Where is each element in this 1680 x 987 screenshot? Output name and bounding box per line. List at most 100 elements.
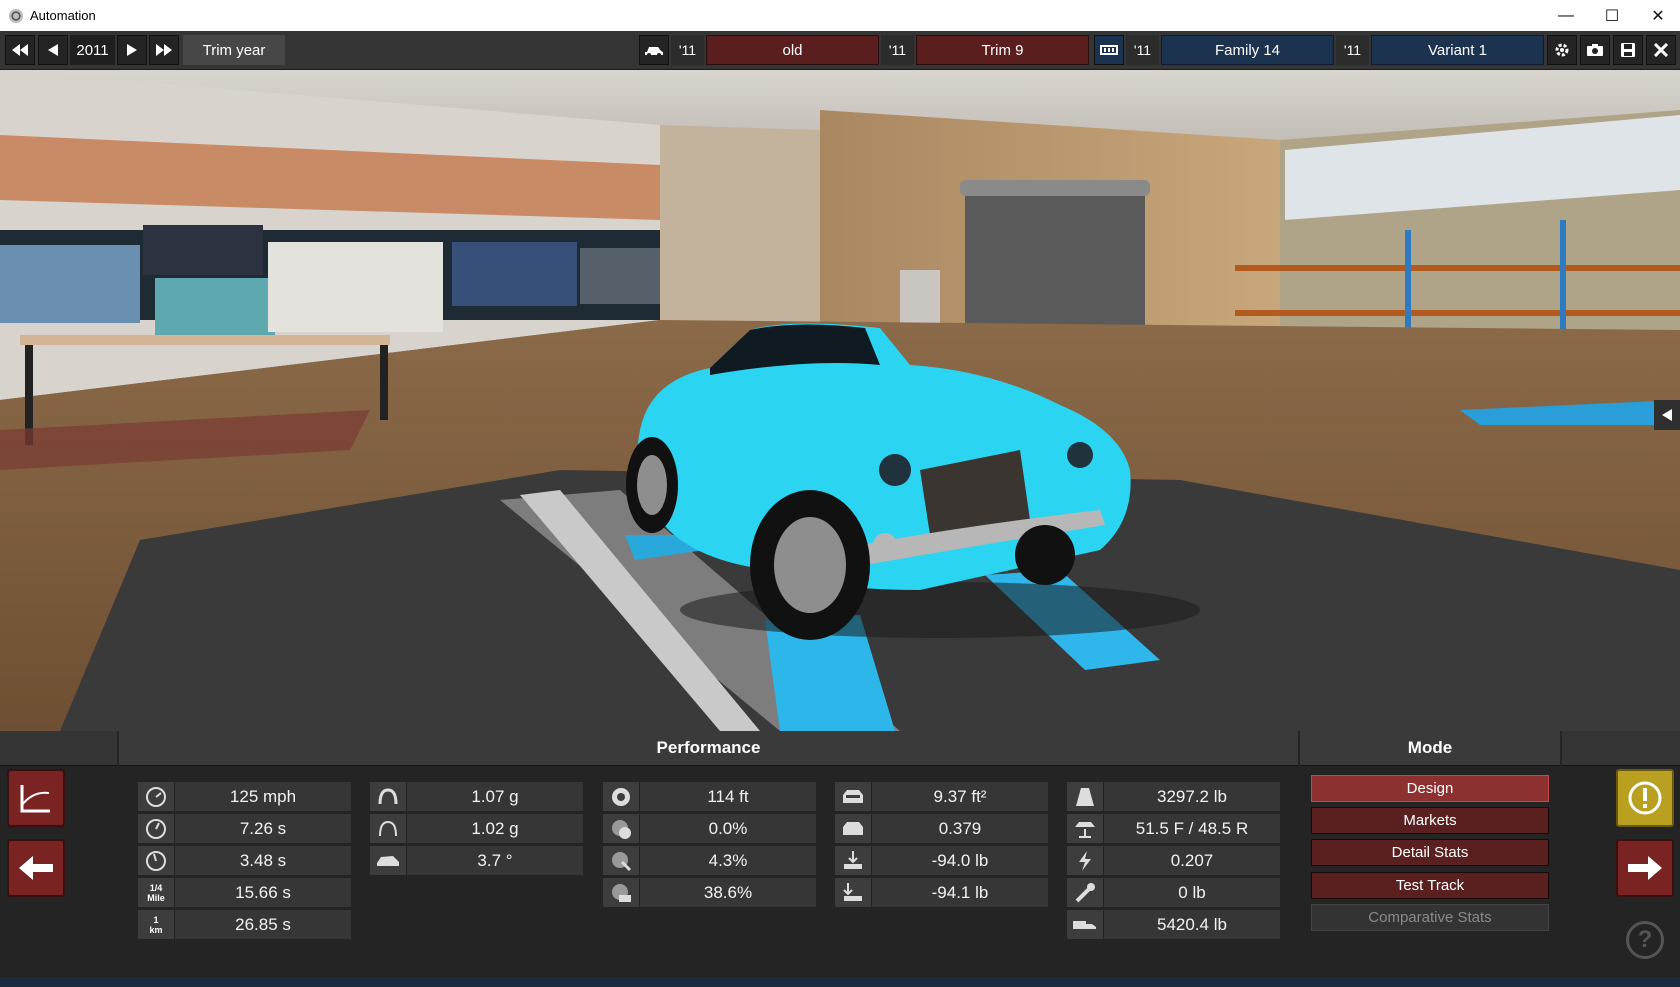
weight-icon	[1067, 782, 1104, 811]
forward-year-fast-button[interactable]	[149, 35, 179, 65]
save-icon	[1621, 43, 1635, 57]
km-time-value: 26.85 s	[175, 910, 351, 939]
weight-distribution-icon	[1067, 814, 1104, 843]
panel-head-right-spacer	[1562, 731, 1680, 766]
left-arrow-icon	[19, 856, 53, 880]
gear-icon	[1555, 43, 1569, 57]
close-window-button[interactable]: ✕	[1635, 0, 1680, 31]
km-time-stat: 1 km 26.85 s	[138, 910, 351, 939]
mode-markets-button[interactable]: Markets	[1311, 807, 1549, 834]
car-icon	[645, 47, 663, 56]
drag-coefficient-icon	[835, 814, 872, 843]
wheel-grip-value: 38.6%	[640, 878, 816, 907]
lateral-g-icon	[370, 782, 407, 811]
drag-coefficient-value: 0.379	[872, 814, 1048, 843]
garage-3d-viewport[interactable]	[0, 70, 1680, 731]
frontal-area-icon	[835, 782, 872, 811]
power-to-weight-stat: 0.207	[1067, 846, 1280, 875]
mode-detail-stats-button[interactable]: Detail Stats	[1311, 839, 1549, 866]
weight-distribution-stat: 51.5 F / 48.5 R	[1067, 814, 1280, 843]
lateral-g-low-value: 1.02 g	[407, 814, 583, 843]
side-panel-toggle[interactable]	[1654, 400, 1680, 430]
mode-comparative-stats-button[interactable]: Comparative Stats	[1311, 904, 1549, 931]
double-right-arrow-icon	[156, 44, 172, 56]
engine-icon	[1100, 45, 1118, 55]
settings-button[interactable]	[1547, 35, 1577, 65]
rewind-year-fast-button[interactable]	[5, 35, 35, 65]
lateral-g-low-stat: 1.02 g	[370, 814, 583, 843]
trim-name-field[interactable]: Trim 9	[916, 35, 1089, 65]
km-time-icon: 1 km	[138, 910, 175, 939]
camera-icon	[1587, 44, 1603, 56]
brake-fade-icon	[603, 846, 640, 875]
warning-exclamation-icon	[1628, 781, 1662, 815]
acceleration-60-stat: 7.26 s	[138, 814, 351, 843]
model-name-field[interactable]: old	[706, 35, 879, 65]
acceleration-40-stat: 3.48 s	[138, 846, 351, 875]
km-time-icon-text: 1 km	[149, 914, 163, 935]
brake-fade-stat: 4.3%	[603, 846, 816, 875]
chart-view-button[interactable]	[7, 769, 65, 827]
towing-icon	[1067, 878, 1104, 907]
back-button[interactable]	[7, 839, 65, 897]
previous-year-button[interactable]	[38, 35, 68, 65]
understeer-icon	[603, 814, 640, 843]
model-year-tag: '11	[671, 35, 704, 65]
next-year-button[interactable]	[117, 35, 147, 65]
car-model-button[interactable]	[639, 35, 669, 65]
body-roll-stat: 3.7 °	[370, 846, 583, 875]
engine-family-field[interactable]: Family 14	[1161, 35, 1334, 65]
car-model[interactable]	[620, 320, 1220, 650]
power-to-weight-value: 0.207	[1104, 846, 1280, 875]
mode-test-track-button[interactable]: Test Track	[1311, 872, 1549, 899]
top-speed-icon	[138, 782, 175, 811]
body-roll-icon	[370, 846, 407, 875]
window-titlebar: Automation — ☐ ✕	[0, 0, 1680, 31]
lateral-g-value: 1.07 g	[407, 782, 583, 811]
weight-distribution-value: 51.5 F / 48.5 R	[1104, 814, 1280, 843]
cargo-stat: 5420.4 lb	[1067, 910, 1280, 939]
quarter-mile-icon-text: 1/4 Mile	[147, 882, 165, 903]
next-button[interactable]	[1616, 839, 1674, 897]
understeer-stat: 0.0%	[603, 814, 816, 843]
top-speed-stat: 125 mph	[138, 782, 351, 811]
drag-coefficient-stat: 0.379	[835, 814, 1048, 843]
top-toolbar: 2011 Trim year '11 old '11 Trim 9 '11 Fa…	[0, 31, 1680, 70]
left-arrow-icon	[48, 44, 58, 56]
acceleration-40-value: 3.48 s	[175, 846, 351, 875]
braking-distance-stat: 114 ft	[603, 782, 816, 811]
wheel-grip-icon	[603, 878, 640, 907]
quarter-mile-icon: 1/4 Mile	[138, 878, 175, 907]
warning-button[interactable]	[1616, 769, 1674, 827]
rear-downforce-value: -94.1 lb	[872, 878, 1048, 907]
brake-fade-value: 4.3%	[640, 846, 816, 875]
cargo-value: 5420.4 lb	[1104, 910, 1280, 939]
window-title: Automation	[30, 8, 96, 23]
help-button[interactable]: ?	[1626, 921, 1664, 959]
engine-variant-field[interactable]: Variant 1	[1371, 35, 1544, 65]
engine-family-button[interactable]	[1094, 35, 1124, 65]
question-mark-icon: ?	[1637, 926, 1653, 953]
quarter-mile-value: 15.66 s	[175, 878, 351, 907]
mode-header: Mode	[1300, 731, 1560, 766]
lateral-g-low-icon	[370, 814, 407, 843]
acceleration-40-icon	[138, 846, 175, 875]
maximize-button[interactable]: ☐	[1589, 0, 1635, 31]
close-designer-button[interactable]	[1646, 35, 1676, 65]
app-logo-icon	[9, 8, 23, 23]
acceleration-60-value: 7.26 s	[175, 814, 351, 843]
graph-axes-icon	[20, 785, 50, 813]
towing-stat: 0 lb	[1067, 878, 1280, 907]
quarter-mile-stat: 1/4 Mile 15.66 s	[138, 878, 351, 907]
weight-stat: 3297.2 lb	[1067, 782, 1280, 811]
mode-design-button[interactable]: Design	[1311, 775, 1549, 802]
performance-header: Performance	[119, 731, 1298, 766]
towing-value: 0 lb	[1104, 878, 1280, 907]
frontal-area-stat: 9.37 ft²	[835, 782, 1048, 811]
front-downforce-icon	[835, 846, 872, 875]
minimize-button[interactable]: —	[1543, 0, 1589, 31]
save-button[interactable]	[1613, 35, 1643, 65]
screenshot-button[interactable]	[1580, 35, 1610, 65]
lateral-g-stat: 1.07 g	[370, 782, 583, 811]
double-left-arrow-icon	[12, 44, 28, 56]
